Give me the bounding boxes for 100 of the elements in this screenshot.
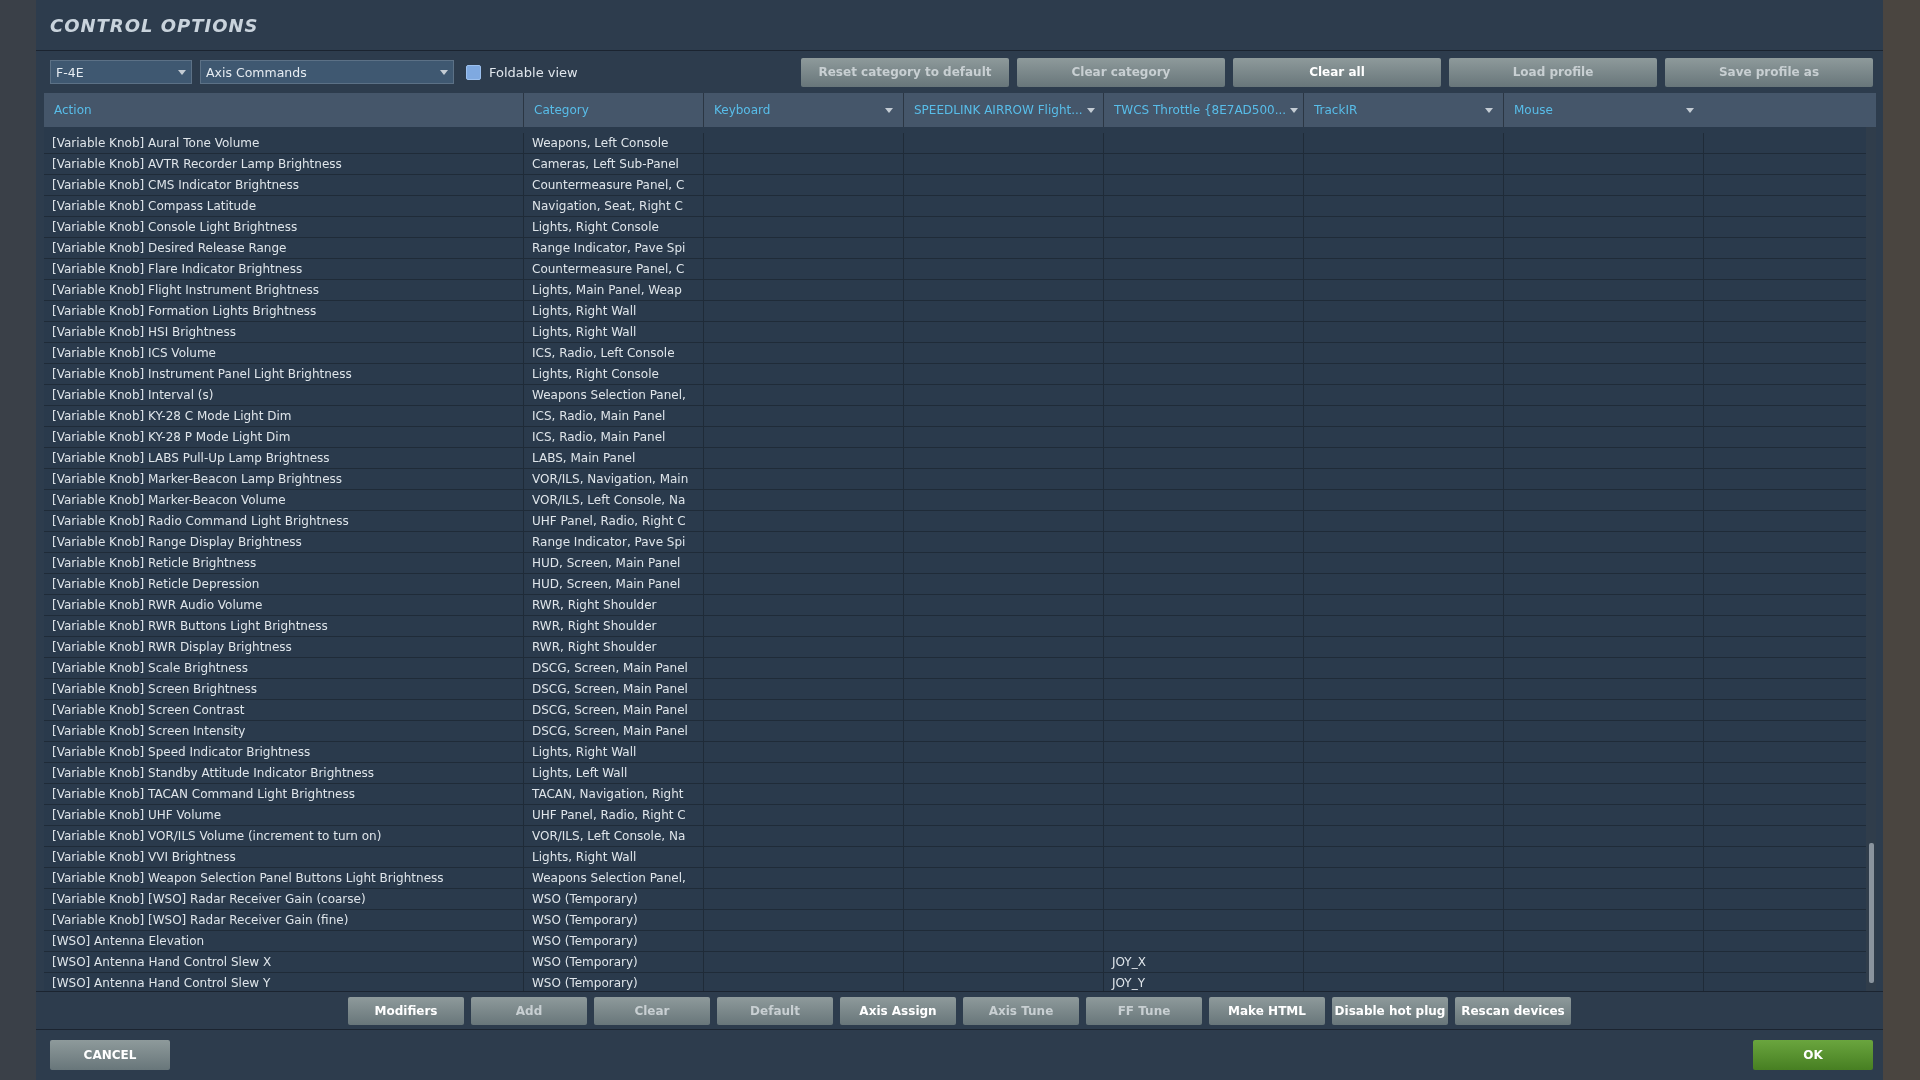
table-cell: Range Indicator, Pave Spi	[524, 238, 704, 258]
table-cell: [Variable Knob] Marker-Beacon Lamp Brightness	[44, 469, 524, 489]
table-cell: Countermeasure Panel, C	[524, 175, 704, 195]
table-cell: WSO (Temporary)	[524, 889, 704, 909]
table-cell: WSO (Temporary)	[524, 973, 704, 991]
table-cell: UHF Panel, Radio, Right C	[524, 511, 704, 531]
action-button[interactable]: Modifiers	[348, 996, 464, 1025]
table-cell: [Variable Knob] Marker-Beacon Volume	[44, 490, 524, 510]
table-cell: RWR, Right Shoulder	[524, 637, 704, 657]
caret-icon	[1686, 107, 1694, 113]
cancel-button[interactable]: CANCEL	[50, 1040, 170, 1070]
table-cell: [Variable Knob] Radio Command Light Brightness	[44, 511, 524, 531]
table-cell: VOR/ILS, Left Console, Na	[524, 826, 704, 846]
table-cell: Lights, Right Console	[524, 217, 704, 237]
table-cell: Countermeasure Panel, C	[524, 259, 704, 279]
toolbar-button[interactable]: Clear all	[1233, 57, 1441, 87]
checkbox[interactable]	[466, 64, 481, 80]
table-cell: [Variable Knob] VOR/ILS Volume (increment to turn on)	[44, 826, 524, 846]
table-cell: JOY_X	[1104, 952, 1304, 972]
table-cell: Cameras, Left Sub-Panel	[524, 154, 704, 174]
table-cell: [Variable Knob] RWR Buttons Light Brightness	[44, 616, 524, 636]
table-cell: [Variable Knob] ICS Volume	[44, 343, 524, 363]
table-cell: [Variable Knob] RWR Display Brightness	[44, 637, 524, 657]
table-cell: [Variable Knob] LABS Pull-Up Lamp Brightness	[44, 448, 524, 468]
table-cell: Weapons, Left Console	[524, 133, 704, 153]
table-cell: Lights, Right Wall	[524, 847, 704, 867]
table-cell: [Variable Knob] Flare Indicator Brightness	[44, 259, 524, 279]
table-cell: [Variable Knob] RWR Audio Volume	[44, 595, 524, 615]
table-cell: [Variable Knob] Range Display Brightness	[44, 532, 524, 552]
action-button[interactable]: Axis Assign	[840, 996, 956, 1025]
table-cell: LABS, Main Panel	[524, 448, 704, 468]
table-cell: [Variable Knob] Screen Contrast	[44, 700, 524, 720]
table-cell: [Variable Knob] Compass Latitude	[44, 196, 524, 216]
table-cell: HUD, Screen, Main Panel	[524, 553, 704, 573]
aircraft-dropdown[interactable]: F-4E	[50, 60, 192, 84]
table-cell: WSO (Temporary)	[524, 952, 704, 972]
table-cell: Lights, Right Wall	[524, 742, 704, 762]
category-dropdown[interactable]: Axis Commands	[200, 60, 454, 84]
table-cell: [Variable Knob] Screen Intensity	[44, 721, 524, 741]
table-cell: Lights, Left Wall	[524, 763, 704, 783]
table-cell: [Variable Knob] KY-28 C Mode Light Dim	[44, 406, 524, 426]
table-cell: [Variable Knob] TACAN Command Light Brightness	[44, 784, 524, 804]
table-cell: RWR, Right Shoulder	[524, 616, 704, 636]
table-cell: VOR/ILS, Navigation, Main	[524, 469, 704, 489]
table-cell: DSCG, Screen, Main Panel	[524, 721, 704, 741]
caret-icon	[178, 69, 186, 75]
ok-button[interactable]: OK	[1753, 1040, 1873, 1070]
table-cell: [Variable Knob] Reticle Depression	[44, 574, 524, 594]
table-cell: DSCG, Screen, Main Panel	[524, 658, 704, 678]
table-cell: WSO (Temporary)	[524, 931, 704, 951]
table-cell: [Variable Knob] [WSO] Radar Receiver Gain (fine)	[44, 910, 524, 930]
table-cell: [Variable Knob] Speed Indicator Brightness	[44, 742, 524, 762]
table-cell: [Variable Knob] Reticle Brightness	[44, 553, 524, 573]
table-cell: [Variable Knob] Standby Attitude Indicator Brightness	[44, 763, 524, 783]
table-cell: ICS, Radio, Left Console	[524, 343, 704, 363]
caret-icon	[1290, 107, 1299, 113]
table-cell: [Variable Knob] CMS Indicator Brightness	[44, 175, 524, 195]
table-cell: TACAN, Navigation, Right	[524, 784, 704, 804]
table-cell: [Variable Knob] Desired Release Range	[44, 238, 524, 258]
action-button[interactable]: Make HTML	[1209, 996, 1325, 1025]
table-cell: Lights, Right Wall	[524, 301, 704, 321]
table-cell: JOY_Y	[1104, 973, 1304, 991]
table-cell: RWR, Right Shoulder	[524, 595, 704, 615]
table-cell: Weapons Selection Panel,	[524, 385, 704, 405]
table-cell: DSCG, Screen, Main Panel	[524, 700, 704, 720]
caret-icon	[1086, 107, 1095, 113]
table-cell: [Variable Knob] Scale Brightness	[44, 658, 524, 678]
checkbox-label: Foldable view	[489, 64, 578, 80]
table-cell: Navigation, Seat, Right C	[524, 196, 704, 216]
table-cell: [WSO] Antenna Elevation	[44, 931, 524, 951]
table-cell: Range Indicator, Pave Spi	[524, 532, 704, 552]
table-cell: ICS, Radio, Main Panel	[524, 427, 704, 447]
table-cell: Lights, Right Wall	[524, 322, 704, 342]
table-cell: [Variable Knob] Instrument Panel Light Brightness	[44, 364, 524, 384]
column-header[interactable]: Mouse	[1504, 93, 1704, 127]
caret-icon	[885, 107, 893, 113]
table-cell: WSO (Temporary)	[524, 910, 704, 930]
table-cell: Lights, Right Console	[524, 364, 704, 384]
table-cell: [Variable Knob] Formation Lights Brightness	[44, 301, 524, 321]
table-cell: [Variable Knob] HSI Brightness	[44, 322, 524, 342]
table-cell: Weapons Selection Panel,	[524, 868, 704, 888]
action-button[interactable]: Disable hot plug	[1332, 996, 1448, 1025]
table-cell: Lights, Main Panel, Weap	[524, 280, 704, 300]
scrollbar[interactable]	[1866, 127, 1876, 991]
table-cell: VOR/ILS, Left Console, Na	[524, 490, 704, 510]
table-cell: ICS, Radio, Main Panel	[524, 406, 704, 426]
table-cell: [Variable Knob] Weapon Selection Panel Buttons Light Brightness	[44, 868, 524, 888]
table-cell: HUD, Screen, Main Panel	[524, 574, 704, 594]
table-cell: [Variable Knob] VVI Brightness	[44, 847, 524, 867]
table-cell: UHF Panel, Radio, Right C	[524, 805, 704, 825]
caret-icon	[440, 69, 448, 75]
table-cell: [Variable Knob] AVTR Recorder Lamp Brightness	[44, 154, 524, 174]
table-cell: [Variable Knob] UHF Volume	[44, 805, 524, 825]
table-cell: [Variable Knob] KY-28 P Mode Light Dim	[44, 427, 524, 447]
table-cell: [WSO] Antenna Hand Control Slew Y	[44, 973, 524, 991]
table-cell: [Variable Knob] [WSO] Radar Receiver Gain (coarse)	[44, 889, 524, 909]
table-cell: DSCG, Screen, Main Panel	[524, 679, 704, 699]
table-cell: [Variable Knob] Screen Brightness	[44, 679, 524, 699]
table-cell: [Variable Knob] Console Light Brightness	[44, 217, 524, 237]
action-button[interactable]: Rescan devices	[1455, 996, 1571, 1025]
